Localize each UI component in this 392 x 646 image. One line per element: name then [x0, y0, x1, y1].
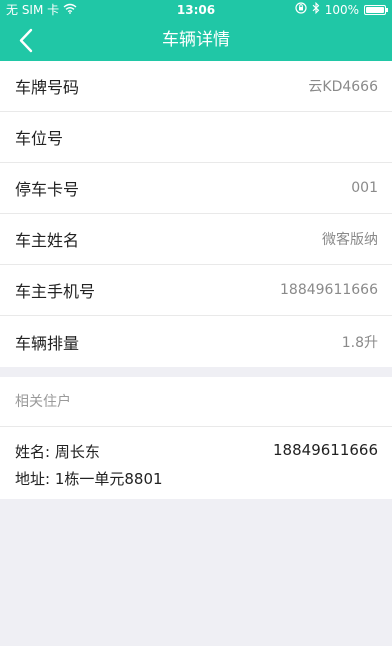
owner-phone-value: 18849611666	[280, 282, 378, 298]
bluetooth-icon	[312, 0, 320, 20]
parking-space-label: 车位号	[15, 129, 64, 148]
battery-text: 100%	[324, 3, 359, 17]
displacement-label: 车辆排量	[15, 333, 80, 353]
status-right: 100%	[295, 0, 388, 20]
resident-phone: 18849611666	[273, 441, 378, 459]
detail-row-parking-card: 停车卡号 001	[0, 163, 392, 214]
parking-card-label: 停车卡号	[15, 180, 80, 199]
resident-item[interactable]: 姓名: 周长东 18849611666 地址: 1栋一单元8801	[0, 427, 392, 499]
plate-number-label: 车牌号码	[15, 78, 80, 97]
resident-address: 地址: 1栋一单元8801	[15, 470, 163, 488]
plate-number-value: 云KD4666	[308, 79, 378, 95]
app-header: 无 SIM 卡 13:06 100% 车辆详情	[0, 0, 392, 61]
detail-row-owner-phone: 车主手机号 18849611666	[0, 265, 392, 316]
orientation-lock-icon	[295, 0, 307, 20]
owner-name-value: 微客版纳	[322, 232, 378, 248]
related-residents-header: 相关住户	[0, 377, 392, 427]
owner-phone-label: 车主手机号	[15, 282, 96, 301]
detail-row-parking-space: 车位号	[0, 112, 392, 163]
detail-row-owner-name: 车主姓名 微客版纳	[0, 214, 392, 265]
status-bar: 无 SIM 卡 13:06 100%	[0, 0, 392, 20]
detail-row-displacement: 车辆排量 1.8升	[0, 316, 392, 367]
owner-name-label: 车主姓名	[15, 231, 80, 250]
detail-row-plate-number: 车牌号码 云KD4666	[0, 61, 392, 112]
parking-card-value: 001	[351, 180, 378, 196]
navigation-bar: 车辆详情	[0, 20, 392, 61]
resident-name: 姓名: 周长东	[15, 443, 100, 461]
page-title: 车辆详情	[162, 30, 230, 50]
vehicle-details-list: 车牌号码 云KD4666 车位号 停车卡号 001 车主姓名 微客版纳 车主手机…	[0, 61, 392, 367]
related-residents-section: 相关住户 姓名: 周长东 18849611666 地址: 1栋一单元8801	[0, 377, 392, 499]
displacement-value: 1.8升	[341, 334, 378, 351]
battery-icon	[364, 5, 388, 15]
